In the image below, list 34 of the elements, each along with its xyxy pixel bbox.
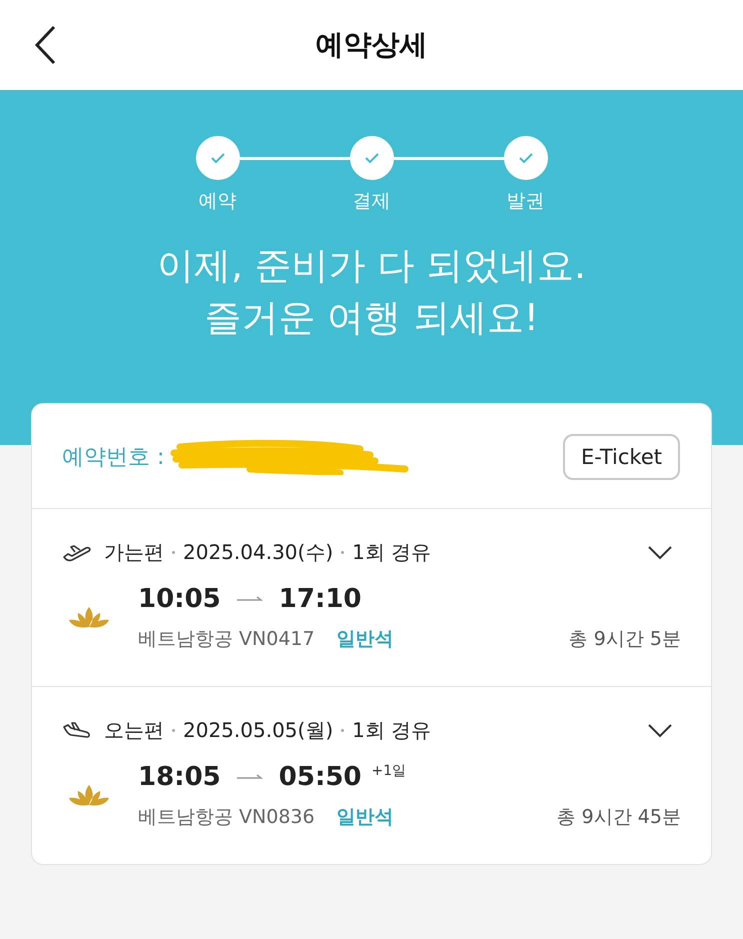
step-label: 결제: [352, 189, 390, 214]
e-ticket-button[interactable]: E-Ticket: [562, 434, 680, 480]
departure-time: 10:05: [138, 584, 221, 614]
airline-flight: 베트남항공 VN0836: [138, 805, 315, 830]
separator-dot: [341, 729, 344, 732]
booking-number-label: 예약번호 :: [62, 444, 164, 472]
separator-dot: [172, 729, 175, 732]
step-label: 예약: [198, 189, 236, 214]
takeoff-plane-icon: [62, 542, 92, 562]
headline: 이제, 준비가 다 되었네요.: [157, 243, 586, 289]
back-icon[interactable]: [34, 25, 56, 65]
departure-time: 18:05: [138, 762, 221, 792]
separator-dot: [172, 551, 175, 554]
step-label: 발권: [506, 189, 544, 214]
arrival-time: 17:10: [278, 584, 362, 614]
flight-duration: 총 9시간 5분: [568, 627, 681, 652]
landing-plane-icon: [62, 720, 92, 740]
flight-duration: 총 9시간 45분: [556, 805, 681, 830]
direction-label: 오는편: [104, 717, 164, 744]
flight-date: 2025.05.05(월): [183, 717, 334, 744]
stops-label: 1회 경유: [352, 717, 432, 744]
arrival-time: 05:50: [278, 762, 362, 792]
cabin-class: 일반석: [336, 627, 394, 652]
stops-label: 1회 경유: [352, 539, 432, 566]
headline: 즐거운 여행 되세요!: [204, 295, 539, 341]
cabin-class: 일반석: [336, 805, 394, 830]
direction-label: 가는편: [104, 539, 164, 566]
chevron-icon[interactable]: [647, 544, 673, 560]
page-title: 예약상세: [316, 27, 428, 63]
flight-date: 2025.04.30(수): [183, 539, 334, 566]
separator-dot: [341, 551, 344, 554]
chevron-icon[interactable]: [647, 722, 673, 738]
next-day-note: +1일: [372, 762, 406, 780]
airline-flight: 베트남항공 VN0417: [138, 627, 315, 652]
